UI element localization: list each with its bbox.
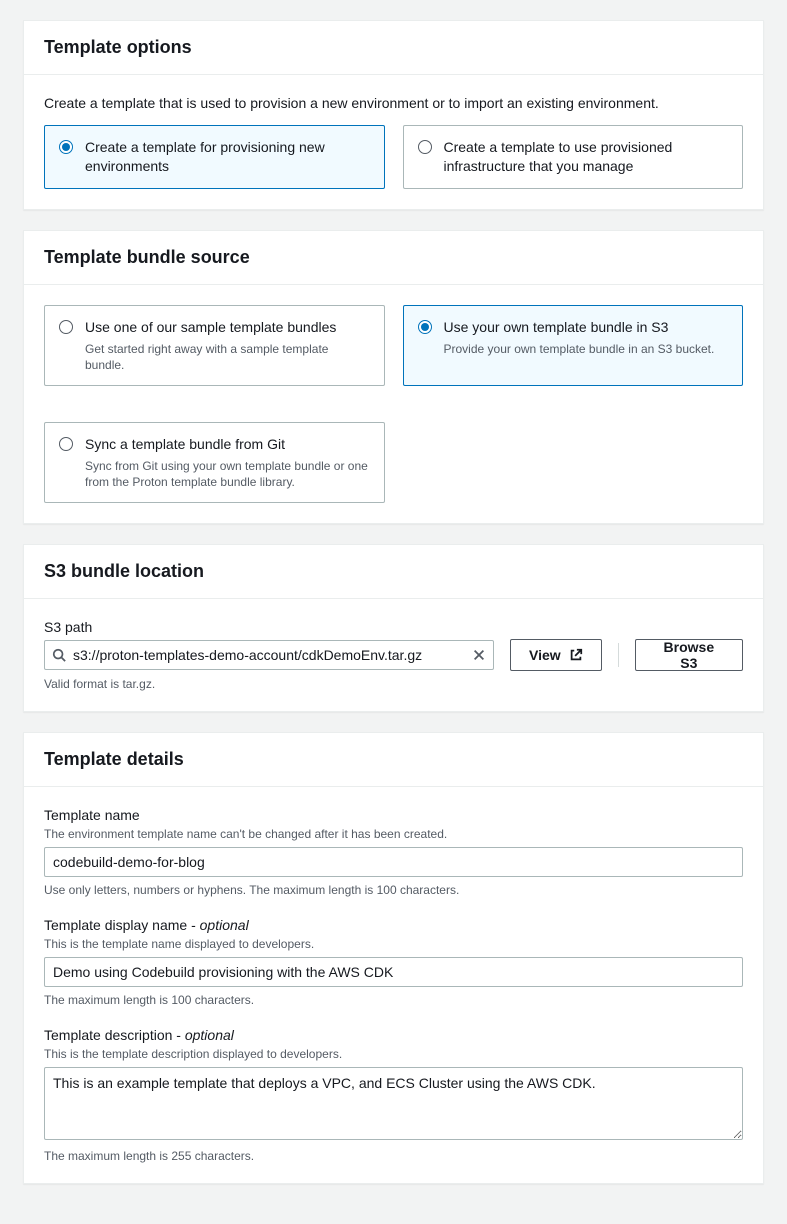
tile-use-provisioned-infra[interactable]: Create a template to use provisioned inf…	[403, 125, 744, 189]
tile-desc: Get started right away with a sample tem…	[85, 341, 370, 373]
tile-label: Create a template for provisioning new e…	[85, 138, 370, 176]
template-name-hint: Use only letters, numbers or hyphens. Th…	[44, 883, 743, 897]
radio-icon	[418, 140, 432, 154]
template-options-tiles: Create a template for provisioning new e…	[44, 125, 743, 189]
template-name-label: Template name	[44, 807, 743, 823]
tile-sync-from-git[interactable]: Sync a template bundle from Git Sync fro…	[44, 422, 385, 503]
radio-icon	[59, 140, 73, 154]
description-label: Template description - optional	[44, 1027, 743, 1043]
s3-path-input[interactable]	[44, 640, 494, 670]
panel-body: S3 path View	[24, 599, 763, 711]
bundle-source-tiles: Use one of our sample template bundles G…	[44, 305, 743, 504]
field-template-description: Template description - optional This is …	[44, 1027, 743, 1163]
tile-label: Use one of our sample template bundles	[85, 318, 370, 337]
tile-label: Create a template to use provisioned inf…	[444, 138, 729, 176]
external-link-icon	[569, 648, 583, 662]
template-options-intro: Create a template that is used to provis…	[44, 95, 743, 111]
field-template-name: Template name The environment template n…	[44, 807, 743, 897]
display-name-input[interactable]	[44, 957, 743, 987]
display-name-hint: The maximum length is 100 characters.	[44, 993, 743, 1007]
radio-icon	[59, 437, 73, 451]
panel-header: Template options	[24, 21, 763, 75]
panel-title: S3 bundle location	[44, 561, 743, 582]
panel-title: Template options	[44, 37, 743, 58]
description-sub: This is the template description display…	[44, 1047, 743, 1061]
panel-body: Template name The environment template n…	[24, 787, 763, 1183]
panel-header: Template bundle source	[24, 231, 763, 285]
search-icon	[52, 648, 66, 662]
tile-create-provisioning[interactable]: Create a template for provisioning new e…	[44, 125, 385, 189]
template-name-input[interactable]	[44, 847, 743, 877]
panel-body: Use one of our sample template bundles G…	[24, 285, 763, 524]
panel-title: Template bundle source	[44, 247, 743, 268]
s3-input-wrap	[44, 640, 494, 670]
panel-s3-location: S3 bundle location S3 path	[23, 544, 764, 712]
field-template-display-name: Template display name - optional This is…	[44, 917, 743, 1007]
browse-s3-button[interactable]: Browse S3	[635, 639, 743, 671]
template-name-sub: The environment template name can't be c…	[44, 827, 743, 841]
panel-body: Create a template that is used to provis…	[24, 75, 763, 209]
panel-bundle-source: Template bundle source Use one of our sa…	[23, 230, 764, 525]
tile-desc: Sync from Git using your own template bu…	[85, 458, 370, 490]
s3-path-hint: Valid format is tar.gz.	[44, 677, 743, 691]
description-textarea[interactable]	[44, 1067, 743, 1140]
view-button[interactable]: View	[510, 639, 602, 671]
display-name-label: Template display name - optional	[44, 917, 743, 933]
browse-s3-label: Browse S3	[654, 639, 724, 671]
view-button-label: View	[529, 647, 561, 663]
tile-own-bundle-s3[interactable]: Use your own template bundle in S3 Provi…	[403, 305, 744, 386]
tile-label: Sync a template bundle from Git	[85, 435, 370, 454]
radio-icon	[418, 320, 432, 334]
radio-icon	[59, 320, 73, 334]
tile-sample-bundle[interactable]: Use one of our sample template bundles G…	[44, 305, 385, 386]
tile-desc: Provide your own template bundle in an S…	[444, 341, 729, 357]
panel-template-options: Template options Create a template that …	[23, 20, 764, 210]
panel-title: Template details	[44, 749, 743, 770]
clear-icon[interactable]	[472, 648, 486, 662]
display-name-sub: This is the template name displayed to d…	[44, 937, 743, 951]
description-hint: The maximum length is 255 characters.	[44, 1149, 743, 1163]
s3-path-label: S3 path	[44, 619, 743, 635]
vertical-divider	[618, 643, 619, 667]
panel-header: Template details	[24, 733, 763, 787]
s3-row: View Browse S3	[44, 639, 743, 671]
panel-template-details: Template details Template name The envir…	[23, 732, 764, 1184]
panel-header: S3 bundle location	[24, 545, 763, 599]
tile-label: Use your own template bundle in S3	[444, 318, 729, 337]
